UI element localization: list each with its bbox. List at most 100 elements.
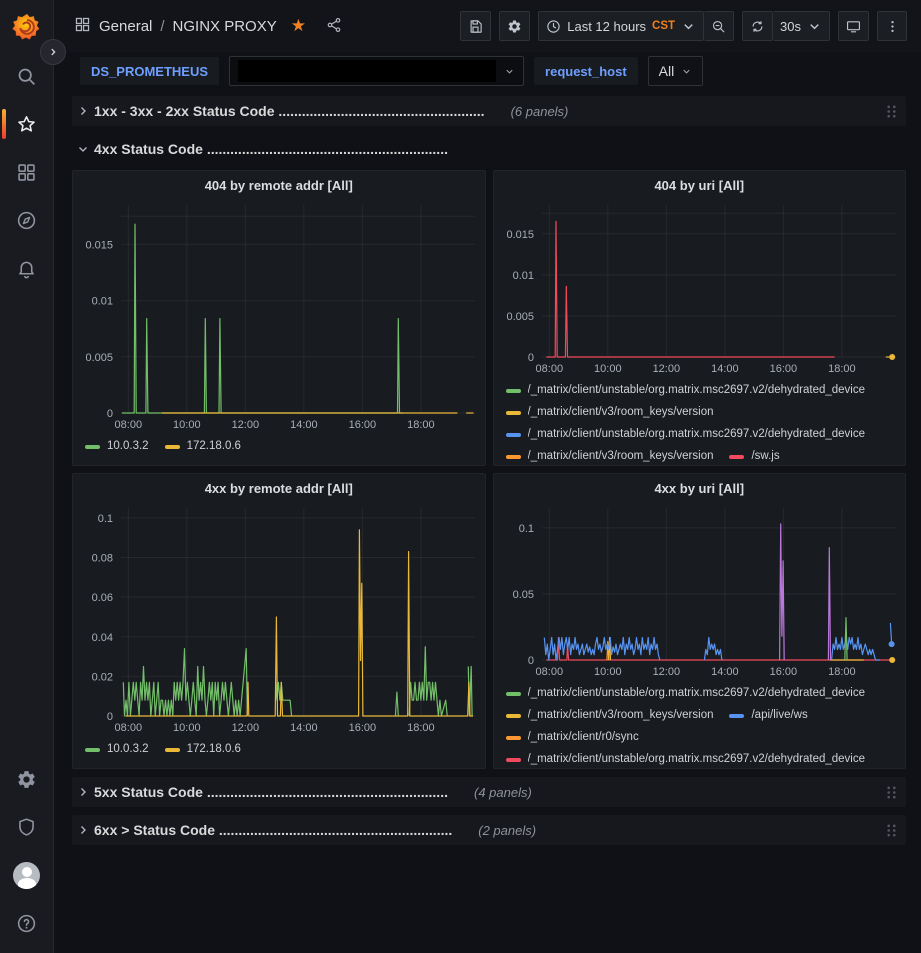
row-title: 5xx Status Code ........................… xyxy=(94,784,448,800)
row-4xx[interactable]: 4xx Status Code ........................… xyxy=(72,134,906,164)
row-drag-handle[interactable] xyxy=(885,823,898,838)
legend-item[interactable]: /_matrix/client/r0/sync xyxy=(506,727,639,748)
legend-item[interactable]: 10.0.3.2 xyxy=(85,739,149,760)
legend-item[interactable]: /_matrix/client/unstable/org.matrix.msc2… xyxy=(506,683,866,704)
legend-item[interactable]: /sw.js xyxy=(729,446,779,465)
zoom-out-time-button[interactable] xyxy=(704,11,734,41)
legend-item[interactable]: /_matrix/client/v3/room_keys/version xyxy=(506,402,714,423)
time-range-picker[interactable]: Last 12 hours CST xyxy=(538,11,704,41)
svg-text:12:00: 12:00 xyxy=(232,419,260,431)
svg-text:12:00: 12:00 xyxy=(652,363,680,375)
refresh-button[interactable] xyxy=(742,11,773,41)
legend-swatch xyxy=(506,433,521,437)
legend-item[interactable]: 10.0.3.2 xyxy=(85,436,149,457)
sidebar-item-starred[interactable] xyxy=(0,100,53,148)
refresh-interval-select[interactable]: 30s xyxy=(773,11,830,41)
favorite-star-icon[interactable]: ★ xyxy=(291,16,306,36)
sidebar-item-server-admin[interactable] xyxy=(0,803,53,851)
star-icon xyxy=(16,114,37,135)
dashboard-title[interactable]: NGINX PROXY xyxy=(173,18,277,35)
bell-icon xyxy=(16,258,37,279)
panel-title[interactable]: 4xx by remote addr [All] xyxy=(73,474,485,502)
more-options-button[interactable] xyxy=(877,11,907,41)
sidebar-item-explore[interactable] xyxy=(0,196,53,244)
share-icon[interactable] xyxy=(326,17,342,36)
datasource-select[interactable] xyxy=(229,56,524,86)
legend-item[interactable]: /_matrix/client/unstable/org.matrix.msc2… xyxy=(506,380,866,401)
timeseries-chart[interactable]: 08:0010:0012:0014:0016:0018:0000.0050.01… xyxy=(73,199,485,433)
row-drag-handle[interactable] xyxy=(885,785,898,800)
sidebar xyxy=(0,0,54,953)
grafana-logo[interactable] xyxy=(12,12,42,42)
legend-item[interactable]: /_matrix/client/unstable/org.matrix.msc2… xyxy=(506,749,866,768)
svg-text:16:00: 16:00 xyxy=(349,419,377,431)
sidebar-item-help[interactable] xyxy=(0,899,53,947)
legend-label: /_matrix/client/unstable/org.matrix.msc2… xyxy=(528,683,866,704)
row-6xx[interactable]: 6xx > Status Code ......................… xyxy=(72,815,906,845)
svg-text:12:00: 12:00 xyxy=(652,666,680,678)
legend-item[interactable]: /_matrix/client/unstable/org.matrix.msc2… xyxy=(506,424,866,445)
row-title: 1xx - 3xx - 2xx Status Code ............… xyxy=(94,103,485,119)
save-icon xyxy=(468,19,483,34)
svg-text:0: 0 xyxy=(107,711,113,723)
svg-text:18:00: 18:00 xyxy=(407,722,435,734)
timeseries-chart[interactable]: 08:0010:0012:0014:0016:0018:0000.050.1 xyxy=(494,502,906,680)
sidebar-item-profile[interactable] xyxy=(0,851,53,899)
dashboard-settings-button[interactable] xyxy=(499,11,530,41)
sidebar-item-alerting[interactable] xyxy=(0,244,53,292)
tv-mode-button[interactable] xyxy=(838,11,869,41)
row-1xx-3xx-2xx[interactable]: 1xx - 3xx - 2xx Status Code ............… xyxy=(72,96,906,126)
save-dashboard-button[interactable] xyxy=(460,11,491,41)
request-host-value: All xyxy=(659,63,675,79)
svg-text:08:00: 08:00 xyxy=(115,419,143,431)
legend-item[interactable]: 172.18.0.6 xyxy=(165,739,241,760)
chevron-right-icon xyxy=(72,824,94,836)
svg-text:0.015: 0.015 xyxy=(506,229,534,241)
variable-label-request-host: request_host xyxy=(534,57,638,85)
sidebar-expand-button[interactable] xyxy=(40,39,66,65)
timeseries-chart[interactable]: 08:0010:0012:0014:0016:0018:0000.020.040… xyxy=(73,502,485,736)
chevron-right-icon xyxy=(72,786,94,798)
request-host-select[interactable]: All xyxy=(648,56,704,86)
row-5xx[interactable]: 5xx Status Code ........................… xyxy=(72,777,906,807)
sidebar-item-dashboards[interactable] xyxy=(0,148,53,196)
breadcrumb-folder[interactable]: General xyxy=(99,18,152,35)
panel-legend: 10.0.3.2 172.18.0.6 xyxy=(73,736,485,768)
dashboard-topbar: General / NGINX PROXY ★ Last xyxy=(54,0,921,52)
panel-title[interactable]: 404 by remote addr [All] xyxy=(73,171,485,199)
svg-text:10:00: 10:00 xyxy=(594,666,622,678)
legend-label: /_matrix/client/unstable/org.matrix.msc2… xyxy=(528,749,866,768)
compass-icon xyxy=(16,210,37,231)
panel-legend: /_matrix/client/unstable/org.matrix.msc2… xyxy=(494,680,906,768)
row-drag-handle[interactable] xyxy=(885,104,898,119)
timeseries-chart[interactable]: 08:0010:0012:0014:0016:0018:0000.0050.01… xyxy=(494,199,906,377)
legend-swatch xyxy=(729,714,744,718)
svg-text:18:00: 18:00 xyxy=(407,419,435,431)
legend-swatch xyxy=(506,736,521,740)
legend-label: 172.18.0.6 xyxy=(187,739,241,760)
legend-item[interactable]: 172.18.0.6 xyxy=(165,436,241,457)
dashboard-grid-icon xyxy=(74,16,91,36)
panels-grid: 404 by remote addr [All] 08:0010:0012:00… xyxy=(72,170,906,769)
zoom-out-icon xyxy=(711,19,726,34)
row-panel-count: (2 panels) xyxy=(478,823,536,838)
svg-text:16:00: 16:00 xyxy=(349,722,377,734)
variables-bar: DS_PROMETHEUS request_host All xyxy=(54,52,921,90)
svg-text:08:00: 08:00 xyxy=(535,363,563,375)
panel-title[interactable]: 404 by uri [All] xyxy=(494,171,906,199)
legend-swatch xyxy=(506,714,521,718)
breadcrumb-separator: / xyxy=(160,18,164,35)
legend-label: 10.0.3.2 xyxy=(107,436,149,457)
panel-title[interactable]: 4xx by uri [All] xyxy=(494,474,906,502)
legend-swatch xyxy=(165,748,180,752)
chevron-right-icon xyxy=(72,105,94,117)
legend-item[interactable]: /_matrix/client/v3/room_keys/version xyxy=(506,446,714,465)
svg-text:18:00: 18:00 xyxy=(828,666,856,678)
svg-text:0.05: 0.05 xyxy=(512,589,533,601)
svg-text:08:00: 08:00 xyxy=(535,666,563,678)
svg-text:14:00: 14:00 xyxy=(711,666,739,678)
legend-item[interactable]: /_matrix/client/v3/room_keys/version xyxy=(506,705,714,726)
main-area: General / NGINX PROXY ★ Last xyxy=(54,0,921,953)
legend-item[interactable]: /api/live/ws xyxy=(729,705,807,726)
sidebar-item-configuration[interactable] xyxy=(0,755,53,803)
